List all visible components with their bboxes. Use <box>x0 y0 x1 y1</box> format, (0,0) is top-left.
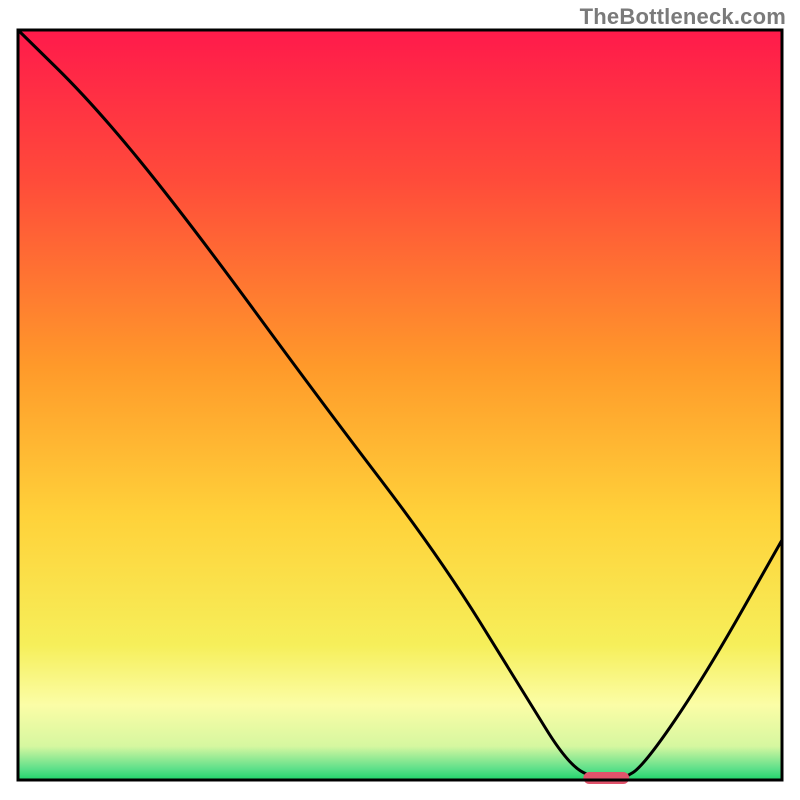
optimal-marker <box>583 772 629 784</box>
bottleneck-chart <box>0 0 800 800</box>
watermark-text: TheBottleneck.com <box>580 4 786 30</box>
chart-background <box>18 30 782 780</box>
